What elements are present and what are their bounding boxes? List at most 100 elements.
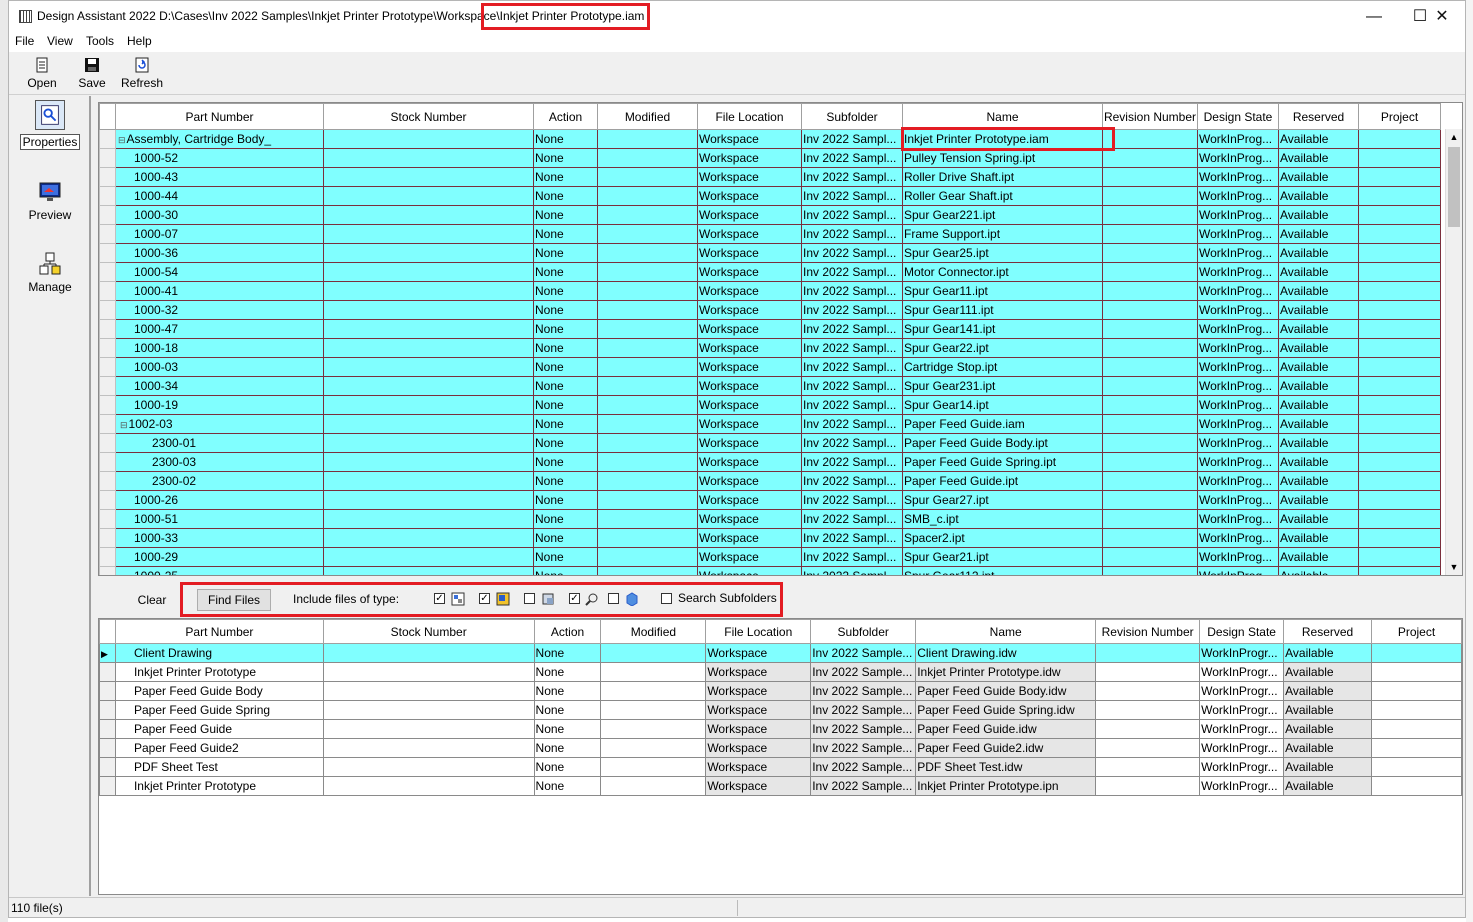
col-design-state[interactable]: Design State [1197,103,1279,130]
collapse-toggle-icon[interactable]: ⊟ [118,135,126,145]
row-header[interactable] [99,528,116,548]
part-row[interactable]: 1000-29 None Workspace Inv 2022 Sampl... Spu… [99,547,1441,567]
collapse-toggle-icon[interactable]: ⊟ [120,420,128,430]
scroll-down-icon[interactable]: ▼ [1446,559,1462,575]
part-row[interactable]: 1000-41 None Workspace Inv 2022 Sampl... Spu… [99,281,1441,301]
part-row[interactable]: 1000-26 None Workspace Inv 2022 Sampl... Spu… [99,490,1441,510]
row-header[interactable] [99,414,116,434]
row-header[interactable] [99,719,116,739]
row-header[interactable] [99,262,116,282]
row-header[interactable] [99,547,116,567]
manage-nav[interactable]: Manage [9,252,91,294]
col-file-location[interactable]: File Location [705,619,812,644]
file-row[interactable]: Paper Feed Guide2 None Workspace Inv 2022 S… [99,738,1462,758]
col-part-number[interactable]: Part Number [114,619,324,644]
row-header[interactable] [99,757,116,777]
properties-nav[interactable]: Properties [9,100,91,150]
part-row[interactable]: 1000-30 None Workspace Inv 2022 Sampl... Spu… [99,205,1441,225]
part-row[interactable]: 1000-34 None Workspace Inv 2022 Sampl... Spu… [99,376,1441,396]
refresh-button[interactable]: Refresh [119,57,165,90]
clear-button[interactable]: Clear [103,589,201,611]
part-row[interactable]: 2300-03 None Workspace Inv 2022 Sampl... Pap… [99,452,1441,472]
col-subfolder[interactable]: Subfolder [801,103,903,130]
close-button[interactable]: ✕ [1419,1,1465,32]
part-row[interactable]: 1000-36 None Workspace Inv 2022 Sampl... Spu… [99,243,1441,263]
col-name[interactable]: Name [902,103,1103,130]
col-part-number[interactable]: Part Number [115,103,324,130]
part-row[interactable]: 1000-43 None Workspace Inv 2022 Sampl... Rol… [99,167,1441,187]
row-header[interactable] [99,205,116,225]
row-header[interactable] [99,776,116,796]
row-header[interactable] [99,281,116,301]
col-name[interactable]: Name [915,619,1097,644]
menu-view[interactable]: View [47,34,73,48]
find-files-button[interactable]: Find Files [197,589,271,611]
row-header[interactable] [99,167,116,187]
search-subfolders-checkbox[interactable] [661,593,672,604]
row-header[interactable] [99,566,116,575]
row-header[interactable] [99,224,116,244]
part-row[interactable]: 1000-03 None Workspace Inv 2022 Sampl... Car… [99,357,1441,377]
minimize-button[interactable]: — [1351,1,1397,32]
row-header[interactable] [99,452,116,472]
part-row[interactable]: 1000-54 None Workspace Inv 2022 Sampl... Mot… [99,262,1441,282]
part-row[interactable]: 2300-02 None Workspace Inv 2022 Sampl... Pap… [99,471,1441,491]
row-header[interactable] [99,148,116,168]
file-row[interactable]: PDF Sheet Test None Workspace Inv 2022 Samp… [99,757,1462,777]
row-header[interactable] [99,376,116,396]
row-header[interactable] [99,395,116,415]
row-header[interactable] [99,433,116,453]
scroll-up-icon[interactable]: ▲ [1446,129,1462,145]
col-stock-number[interactable]: Stock Number [323,103,534,130]
type-idw-checkbox[interactable]: ✓ [479,593,490,604]
row-header[interactable] [99,243,116,263]
col-project[interactable]: Project [1358,103,1441,130]
row-header[interactable] [99,471,116,491]
col-project[interactable]: Project [1371,619,1462,644]
col-action[interactable]: Action [533,619,602,644]
menu-help[interactable]: Help [127,34,152,48]
part-row[interactable]: 1000-47 None Workspace Inv 2022 Sampl... Spu… [99,319,1441,339]
save-button[interactable]: Save [77,57,107,90]
scroll-thumb[interactable] [1448,147,1460,227]
preview-nav[interactable]: Preview [9,180,91,222]
row-header[interactable] [99,338,116,358]
col-revision-number[interactable]: Revision Number [1102,103,1198,130]
col-revision-number[interactable]: Revision Number [1095,619,1201,644]
open-button[interactable]: Open [27,57,57,90]
part-row[interactable]: ⊟1002-03 None Workspace Inv 2022 Sampl... Pa… [99,414,1441,434]
part-row[interactable]: 1000-51 None Workspace Inv 2022 Sampl... SMB… [99,509,1441,529]
file-row[interactable]: Inkjet Printer Prototype None Workspace Inv… [99,776,1462,796]
file-row[interactable]: ▶ Client Drawing None Workspace Inv 2022 Sam… [99,643,1462,663]
row-header[interactable] [99,186,116,206]
col-stock-number[interactable]: Stock Number [322,619,535,644]
part-row[interactable]: 1000-33 None Workspace Inv 2022 Sampl... Spa… [99,528,1441,548]
row-header[interactable] [99,509,116,529]
col-action[interactable]: Action [533,103,598,130]
row-header[interactable] [99,129,116,149]
row-header[interactable] [99,319,116,339]
part-row[interactable]: 2300-01 None Workspace Inv 2022 Sampl... Pap… [99,433,1441,453]
row-header[interactable] [99,357,116,377]
part-row[interactable]: 1000-52 None Workspace Inv 2022 Sampl... Pul… [99,148,1441,168]
part-row[interactable]: 1000-25 None Workspace Inv 2022 Sampl... Spu… [99,566,1441,575]
file-row[interactable]: Paper Feed Guide Body None Workspace Inv 20… [99,681,1462,701]
row-header[interactable] [99,662,116,682]
col-file-location[interactable]: File Location [697,103,802,130]
type-ipt-checkbox[interactable] [524,593,535,604]
row-header[interactable] [99,300,116,320]
part-row[interactable]: 1000-32 None Workspace Inv 2022 Sampl... Spu… [99,300,1441,320]
col-reserved[interactable]: Reserved [1278,103,1359,130]
col-modified[interactable]: Modified [597,103,698,130]
col-design-state[interactable]: Design State [1199,619,1285,644]
row-header[interactable] [99,738,116,758]
col-subfolder[interactable]: Subfolder [810,619,917,644]
part-row[interactable]: ⊟Assembly, Cartridge Body_ None Workspace I… [99,129,1441,149]
row-header[interactable] [99,700,116,720]
row-header[interactable] [99,490,116,510]
col-reserved[interactable]: Reserved [1283,619,1373,644]
type-iam-checkbox[interactable]: ✓ [434,593,445,604]
type-other-checkbox[interactable] [608,593,619,604]
top-grid-scrollbar[interactable]: ▲ ▼ [1445,129,1462,575]
row-header[interactable] [99,681,116,701]
